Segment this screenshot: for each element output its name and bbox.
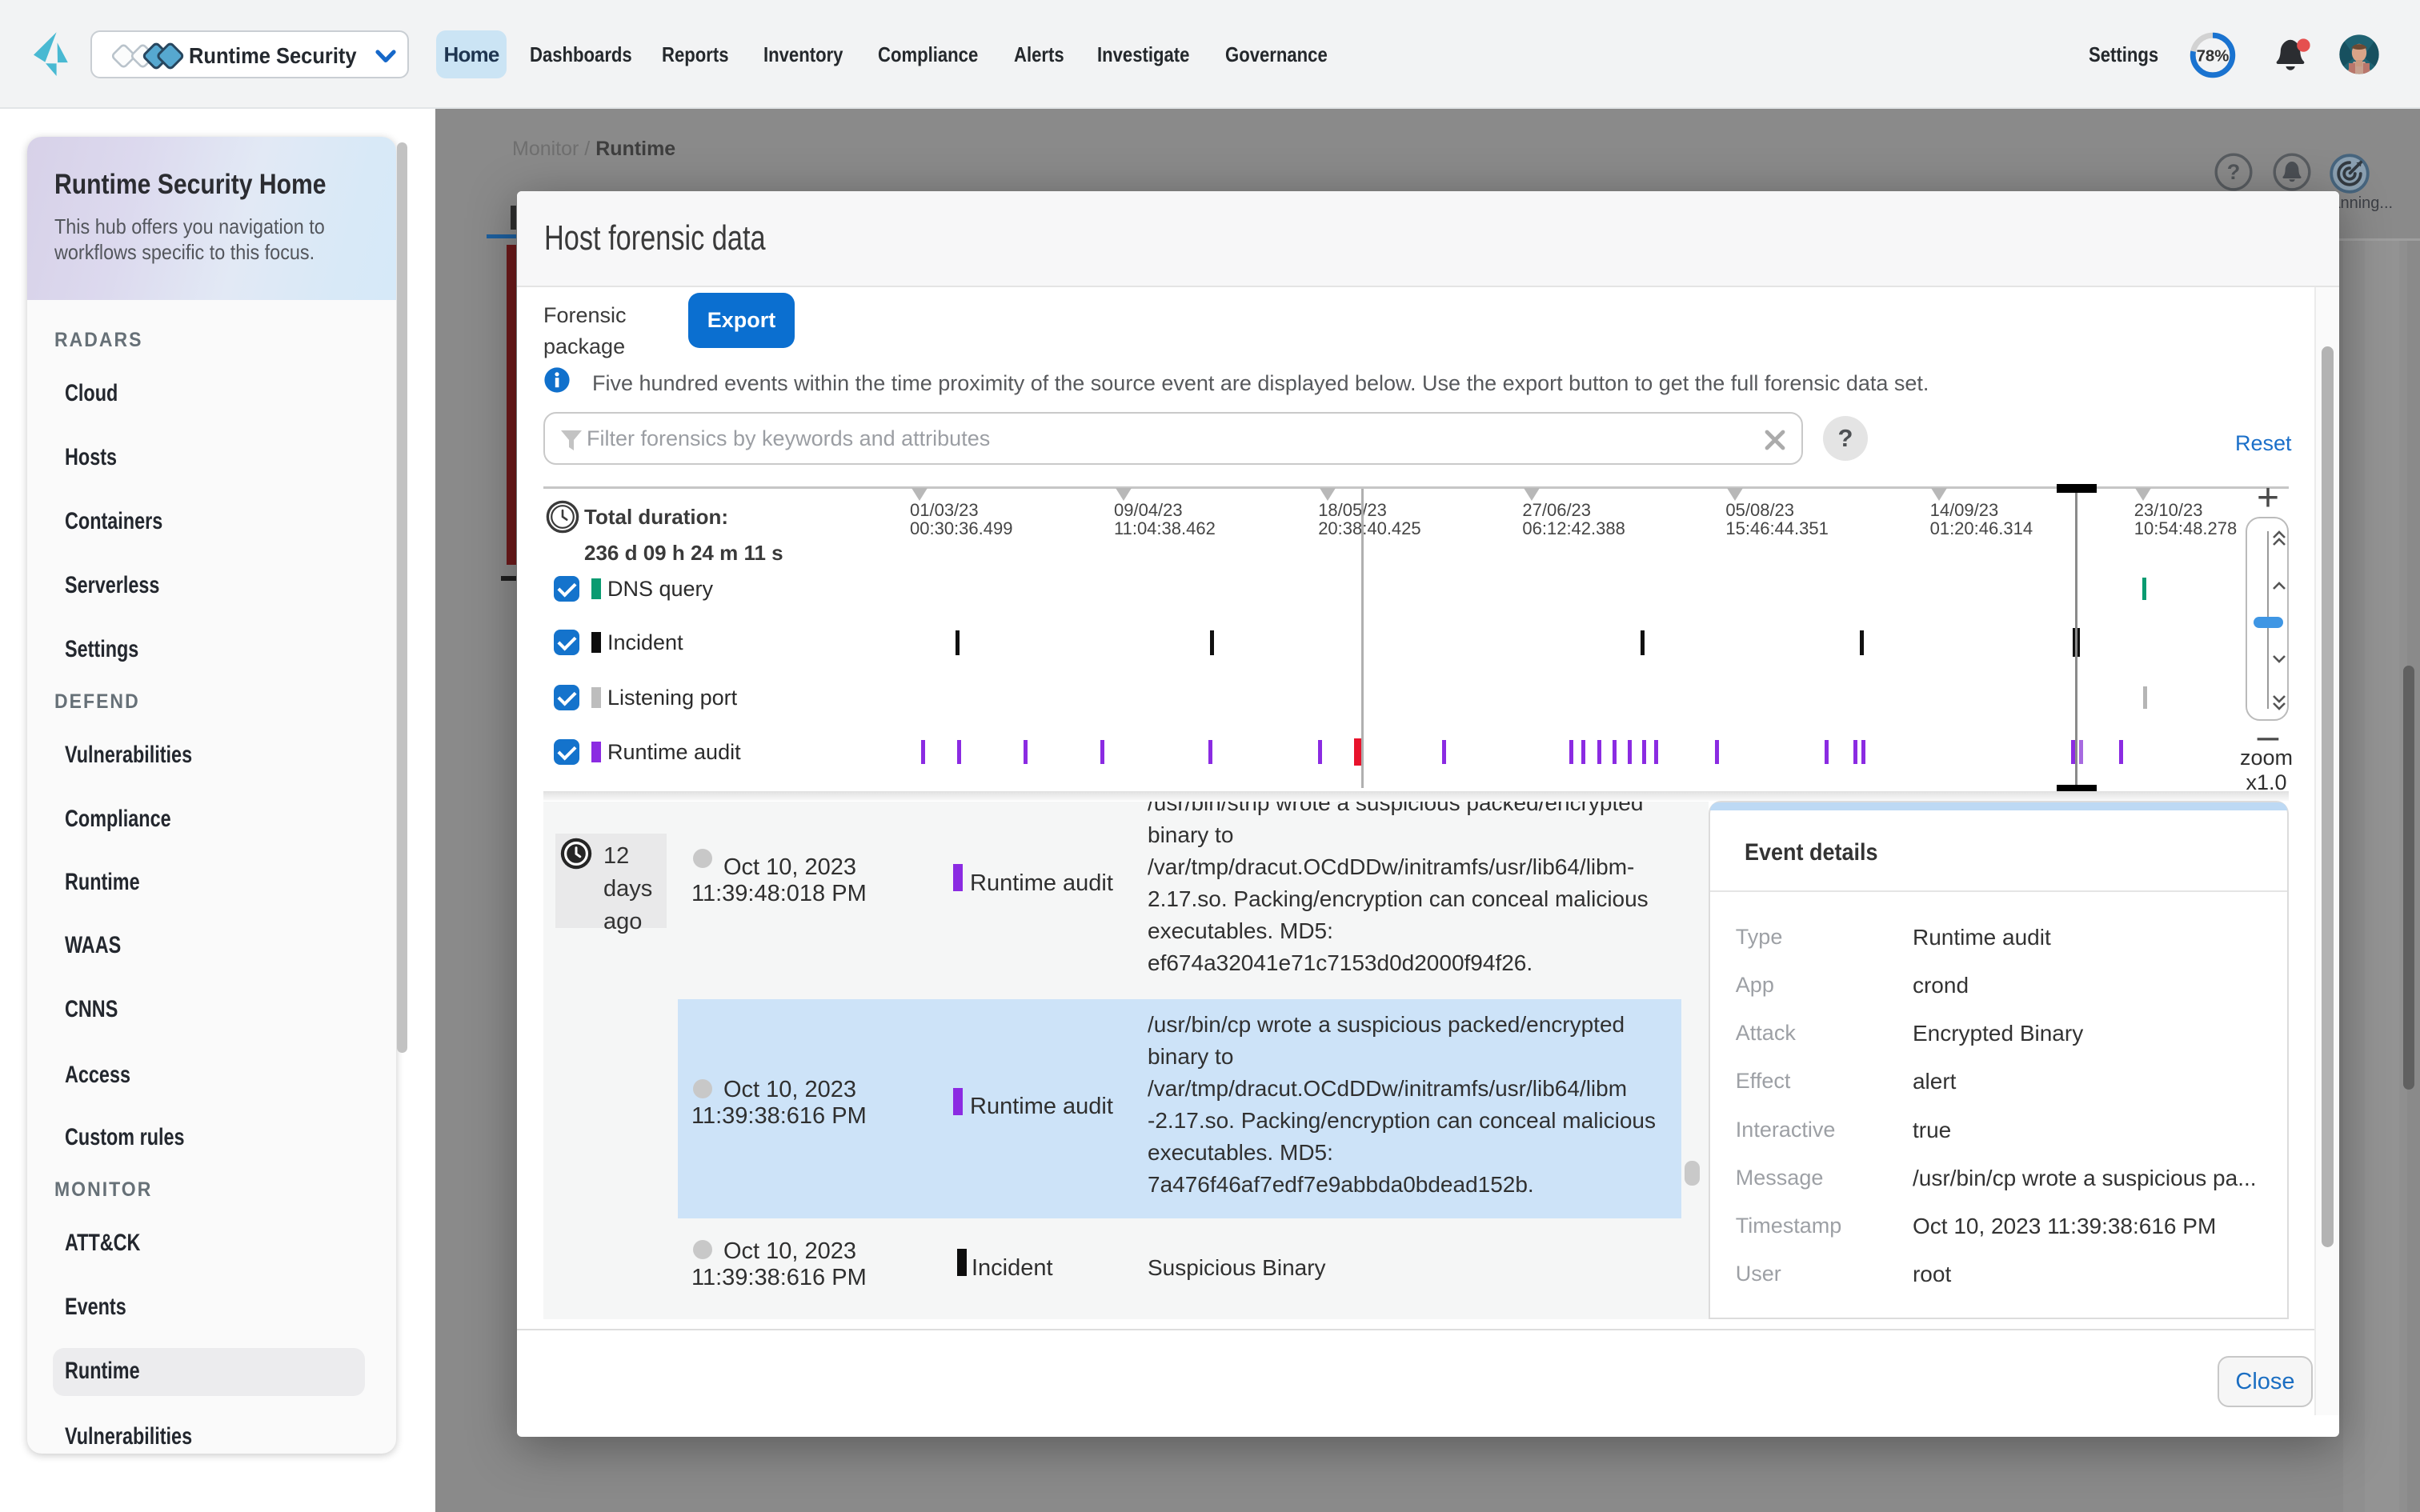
svg-text:?: ?	[2227, 160, 2241, 184]
svg-text:78%: 78%	[2197, 48, 2230, 66]
